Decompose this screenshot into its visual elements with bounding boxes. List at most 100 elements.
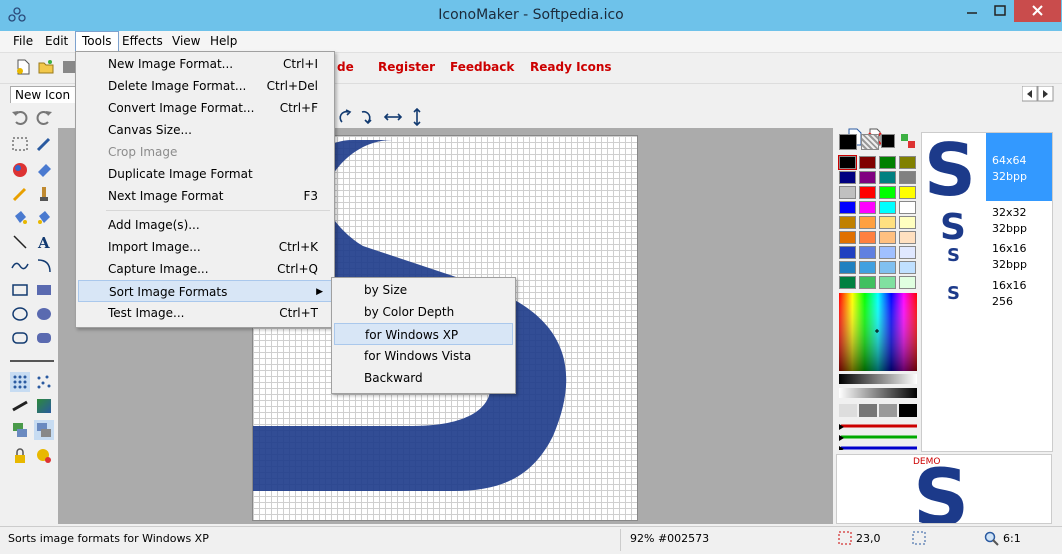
maximize-button[interactable] bbox=[986, 0, 1014, 22]
format-16-thumb[interactable]: S bbox=[946, 245, 962, 263]
menu-edit[interactable]: Edit bbox=[39, 33, 74, 50]
menu-help[interactable]: Help bbox=[204, 33, 243, 50]
palette-swatch[interactable] bbox=[899, 261, 916, 274]
palette-swatch[interactable] bbox=[859, 216, 876, 229]
new-file-icon[interactable] bbox=[14, 58, 32, 76]
layer-icon[interactable] bbox=[10, 420, 30, 440]
menu-effects[interactable]: Effects bbox=[116, 33, 169, 50]
menu-item-for-windows-xp[interactable]: for Windows XP bbox=[334, 323, 513, 345]
palette-lock-icon[interactable] bbox=[34, 446, 54, 466]
zoom-icon[interactable] bbox=[984, 531, 1000, 547]
pencil-icon[interactable] bbox=[34, 134, 54, 154]
pixel-grid-icon[interactable] bbox=[10, 372, 30, 392]
rounded-rect-icon[interactable] bbox=[10, 328, 30, 348]
palette-swatch[interactable] bbox=[879, 246, 896, 259]
palette-swatch[interactable] bbox=[839, 171, 856, 184]
palette-swatch[interactable] bbox=[879, 156, 896, 169]
layer-blend-icon[interactable] bbox=[34, 420, 54, 440]
replace-color-icon[interactable] bbox=[34, 208, 54, 228]
rectangle-icon[interactable] bbox=[10, 280, 30, 300]
menu-item-for-windows-vista[interactable]: for Windows Vista bbox=[334, 345, 513, 367]
menu-item-duplicate-image-format[interactable]: Duplicate Image Format bbox=[78, 163, 332, 185]
palette-swatch[interactable] bbox=[879, 186, 896, 199]
undo-icon[interactable] bbox=[10, 108, 30, 128]
ellipse-icon[interactable] bbox=[10, 304, 30, 324]
menu-file[interactable]: File bbox=[7, 33, 39, 50]
palette-swatch[interactable] bbox=[899, 156, 916, 169]
palette-swatch[interactable] bbox=[859, 246, 876, 259]
brush-icon[interactable] bbox=[10, 184, 30, 204]
fill-bucket-icon[interactable] bbox=[10, 208, 30, 228]
menu-item-import-image[interactable]: Import Image... Ctrl+K bbox=[78, 236, 332, 258]
format-64-thumb[interactable]: S bbox=[924, 135, 984, 199]
lock-icon[interactable] bbox=[10, 446, 30, 466]
scatter-icon[interactable] bbox=[34, 372, 54, 392]
palette-swatch[interactable] bbox=[859, 276, 876, 289]
redo-icon[interactable] bbox=[34, 108, 54, 128]
menu-item-sort-image-formats[interactable]: Sort Image Formats ▶ bbox=[78, 280, 332, 302]
filled-ellipse-icon[interactable] bbox=[34, 304, 54, 324]
ready-icons-link[interactable]: Ready Icons bbox=[530, 60, 612, 74]
menu-item-add-images[interactable]: Add Image(s)... bbox=[78, 214, 332, 236]
palette-swatch[interactable] bbox=[859, 201, 876, 214]
palette-swatch[interactable] bbox=[879, 276, 896, 289]
menu-item-by-color-depth[interactable]: by Color Depth bbox=[334, 301, 513, 323]
transform-toolbar[interactable] bbox=[338, 108, 428, 126]
palette-swatch[interactable] bbox=[838, 155, 857, 170]
menu-item-by-size[interactable]: by Size bbox=[334, 279, 513, 301]
tab-scroll-arrows[interactable] bbox=[1022, 86, 1054, 102]
menu-item-canvas-size[interactable]: Canvas Size... bbox=[78, 119, 332, 141]
opacity-swatches[interactable] bbox=[839, 404, 917, 418]
rgb-sliders[interactable] bbox=[839, 424, 917, 450]
format-16-label[interactable]: 16x16 32bpp bbox=[992, 241, 1027, 273]
line-icon[interactable] bbox=[10, 232, 30, 252]
thick-line-icon[interactable] bbox=[10, 396, 30, 416]
color-picker-icon[interactable] bbox=[10, 160, 30, 180]
palette-swatch[interactable] bbox=[879, 201, 896, 214]
format-64-label[interactable]: 64x64 32bpp bbox=[992, 153, 1027, 185]
format-32-thumb[interactable]: S bbox=[938, 209, 970, 241]
open-folder-icon[interactable] bbox=[37, 58, 55, 76]
menu-view[interactable]: View bbox=[166, 33, 206, 50]
palette-swatch[interactable] bbox=[899, 231, 916, 244]
palette-swatch[interactable] bbox=[879, 171, 896, 184]
menu-item-next-image-format[interactable]: Next Image Format F3 bbox=[78, 185, 332, 207]
palette-swatch[interactable] bbox=[839, 186, 856, 199]
palette-swatch[interactable] bbox=[899, 276, 916, 289]
toolbar-link-partial[interactable]: de bbox=[337, 60, 354, 74]
palette-swatch[interactable] bbox=[879, 216, 896, 229]
menu-item-capture-image[interactable]: Capture Image... Ctrl+Q bbox=[78, 258, 332, 280]
palette-swatch[interactable] bbox=[839, 216, 856, 229]
line-width-selector[interactable] bbox=[8, 354, 56, 368]
palette-swatch[interactable] bbox=[899, 171, 916, 184]
eraser-icon[interactable] bbox=[34, 160, 54, 180]
minimize-button[interactable] bbox=[958, 0, 986, 22]
brightness-bars[interactable] bbox=[839, 374, 917, 402]
gradient-icon[interactable] bbox=[34, 396, 54, 416]
menu-item-new-image-format[interactable]: New Image Format... Ctrl+I bbox=[78, 53, 332, 75]
feedback-link[interactable]: Feedback bbox=[450, 60, 514, 74]
format-16-256-label[interactable]: 16x16 256 bbox=[992, 278, 1027, 310]
palette-swatch[interactable] bbox=[859, 231, 876, 244]
palette-swatch[interactable] bbox=[899, 216, 916, 229]
menu-item-test-image[interactable]: Test Image... Ctrl+T bbox=[78, 302, 332, 324]
palette-swatch[interactable] bbox=[859, 171, 876, 184]
palette-swatch[interactable] bbox=[899, 246, 916, 259]
format-16-256-thumb[interactable]: S bbox=[946, 283, 962, 301]
filled-rounded-rect-icon[interactable] bbox=[34, 328, 54, 348]
text-icon[interactable]: A bbox=[34, 232, 54, 252]
secondary-color-swatch[interactable] bbox=[881, 134, 895, 148]
palette-swatch[interactable] bbox=[839, 246, 856, 259]
palette-swatch[interactable] bbox=[899, 186, 916, 199]
swap-colors-icon[interactable] bbox=[899, 132, 917, 150]
airbrush-icon[interactable] bbox=[34, 184, 54, 204]
menu-item-backward[interactable]: Backward bbox=[334, 367, 513, 389]
curve-icon[interactable] bbox=[10, 256, 30, 276]
palette-swatch[interactable] bbox=[839, 261, 856, 274]
format-32-label[interactable]: 32x32 32bpp bbox=[992, 205, 1027, 237]
close-button[interactable] bbox=[1014, 0, 1061, 22]
palette-swatch[interactable] bbox=[879, 231, 896, 244]
arc-icon[interactable] bbox=[34, 256, 54, 276]
palette-swatch[interactable] bbox=[879, 261, 896, 274]
palette-swatch[interactable] bbox=[859, 261, 876, 274]
